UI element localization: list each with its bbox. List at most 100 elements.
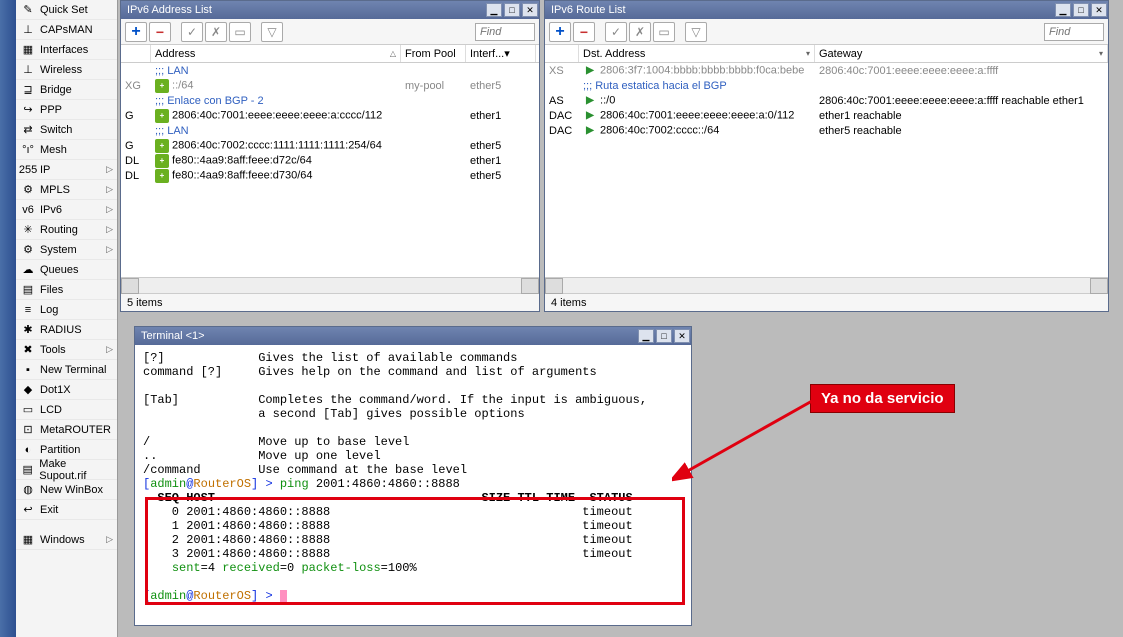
maximize-button[interactable]: □ bbox=[504, 3, 520, 17]
menu-label: RADIUS bbox=[40, 324, 82, 336]
add-button[interactable]: + bbox=[549, 22, 571, 42]
window-title: IPv6 Route List bbox=[551, 4, 626, 16]
find-input[interactable] bbox=[1044, 23, 1104, 41]
remove-button[interactable]: − bbox=[149, 22, 171, 42]
terminal-content[interactable]: [?] Gives the list of available commands… bbox=[135, 345, 691, 625]
dot1x-icon: ◆ bbox=[20, 382, 36, 398]
table-comment-row: ;;; Ruta estatica hacia el BGP bbox=[545, 78, 1108, 93]
menu-label: Partition bbox=[40, 444, 80, 456]
status-footer: 4 items bbox=[545, 293, 1108, 311]
table-row[interactable]: DAC▶ 2806:40c:7002:cccc::/64ether5 reach… bbox=[545, 123, 1108, 138]
titlebar[interactable]: IPv6 Route List ▁ □ ✕ bbox=[545, 1, 1108, 19]
menu-item-mpls[interactable]: ⚙MPLS▷ bbox=[16, 180, 117, 200]
table-row[interactable]: XS▶ 2806:3f7:1004:bbbb:bbbb:bbbb:f0ca:be… bbox=[545, 63, 1108, 78]
disable-button[interactable]: ✗ bbox=[205, 22, 227, 42]
table-comment-row: ;;; LAN bbox=[121, 123, 539, 138]
bridge-icon: ⊒ bbox=[20, 82, 36, 98]
close-button[interactable]: ✕ bbox=[674, 329, 690, 343]
menu-item-capsman[interactable]: ⊥CAPsMAN bbox=[16, 20, 117, 40]
find-input[interactable] bbox=[475, 23, 535, 41]
menu-label: Make Supout.rif bbox=[39, 458, 113, 482]
menu-item-bridge[interactable]: ⊒ Bridge bbox=[16, 80, 117, 100]
menu-item-tools[interactable]: ✖Tools▷ bbox=[16, 340, 117, 360]
col-flags[interactable] bbox=[545, 45, 579, 62]
table-row[interactable]: AS▶ ::/02806:40c:7001:eeee:eeee:eeee:a:f… bbox=[545, 93, 1108, 108]
menu-item-windows[interactable]: ▦Windows▷ bbox=[16, 530, 117, 550]
filter-button[interactable]: ▽ bbox=[685, 22, 707, 42]
menu-item-ipv6[interactable]: v6IPv6▷ bbox=[16, 200, 117, 220]
menu-item-queues[interactable]: ☁Queues bbox=[16, 260, 117, 280]
menu-item-system[interactable]: ⚙System▷ bbox=[16, 240, 117, 260]
menu-item-dot1x[interactable]: ◆ Dot1X bbox=[16, 380, 117, 400]
minimize-button[interactable]: ▁ bbox=[486, 3, 502, 17]
make supout.rif-icon: ▤ bbox=[20, 462, 35, 478]
close-button[interactable]: ✕ bbox=[522, 3, 538, 17]
menu-item-mesh[interactable]: °ı°Mesh bbox=[16, 140, 117, 160]
menu-label: New WinBox bbox=[40, 484, 103, 496]
route-icon: ▶ bbox=[583, 64, 597, 78]
plus-icon: + bbox=[155, 139, 169, 153]
remove-button[interactable]: − bbox=[573, 22, 595, 42]
filter-button[interactable]: ▽ bbox=[261, 22, 283, 42]
menu-item-make-supout.rif[interactable]: ▤Make Supout.rif bbox=[16, 460, 117, 480]
menu-label: IPv6 bbox=[40, 204, 62, 216]
minimize-button[interactable]: ▁ bbox=[1055, 3, 1071, 17]
close-button[interactable]: ✕ bbox=[1091, 3, 1107, 17]
menu-item-new-winbox[interactable]: ◍New WinBox bbox=[16, 480, 117, 500]
table-body: ;;; LAN XG+ ::/64my-poolether5;;; Enlace … bbox=[121, 63, 539, 277]
enable-button[interactable]: ✓ bbox=[181, 22, 203, 42]
menu-item-switch[interactable]: ⇄Switch bbox=[16, 120, 117, 140]
mpls-icon: ⚙ bbox=[20, 182, 36, 198]
table-comment-row: ;;; Enlace con BGP - 2 bbox=[121, 93, 539, 108]
menu-label: Tools bbox=[40, 344, 66, 356]
table-row[interactable]: G+ 2806:40c:7002:cccc:1111:1111:1111:254… bbox=[121, 138, 539, 153]
col-frompool[interactable]: From Pool bbox=[401, 45, 466, 62]
table-row[interactable]: DL+ fe80::4aa9:8aff:feee:d72c/64ether1 bbox=[121, 153, 539, 168]
menu-item-log[interactable]: ≡Log bbox=[16, 300, 117, 320]
col-gateway[interactable]: Gateway▾ bbox=[815, 45, 1108, 62]
menu-item-quick-set[interactable]: ✎Quick Set bbox=[16, 0, 117, 20]
menu-item-ip[interactable]: 255IP▷ bbox=[16, 160, 117, 180]
menu-item-wireless[interactable]: ⊥Wireless bbox=[16, 60, 117, 80]
col-flags[interactable] bbox=[121, 45, 151, 62]
menu-item-ppp[interactable]: ↪PPP bbox=[16, 100, 117, 120]
horizontal-scrollbar[interactable] bbox=[121, 277, 539, 293]
menu-label: IP bbox=[40, 164, 50, 176]
maximize-button[interactable]: □ bbox=[1073, 3, 1089, 17]
titlebar[interactable]: Terminal <1> ▁ □ ✕ bbox=[135, 327, 691, 345]
menu-label: Dot1X bbox=[40, 384, 71, 396]
menu-label: Files bbox=[40, 284, 63, 296]
table-row[interactable]: XG+ ::/64my-poolether5 bbox=[121, 78, 539, 93]
table-row[interactable]: DL+ fe80::4aa9:8aff:feee:d730/64ether5 bbox=[121, 168, 539, 183]
maximize-button[interactable]: □ bbox=[656, 329, 672, 343]
menu-item-new-terminal[interactable]: ▪New Terminal bbox=[16, 360, 117, 380]
submenu-indicator: ▷ bbox=[106, 224, 113, 235]
table-row[interactable]: G+ 2806:40c:7001:eeee:eeee:eeee:a:cccc/1… bbox=[121, 108, 539, 123]
col-address[interactable]: Address△ bbox=[151, 45, 401, 62]
menu-item-files[interactable]: ▤Files bbox=[16, 280, 117, 300]
metarouter-icon: ⊡ bbox=[20, 422, 36, 438]
menu-item-radius[interactable]: ✱RADIUS bbox=[16, 320, 117, 340]
horizontal-scrollbar[interactable] bbox=[545, 277, 1108, 293]
menu-label: Bridge bbox=[40, 84, 72, 96]
partition-icon: ◐ bbox=[20, 442, 36, 458]
menu-item-exit[interactable]: ↩Exit bbox=[16, 500, 117, 520]
menu-item-metarouter[interactable]: ⊡ MetaROUTER bbox=[16, 420, 117, 440]
titlebar[interactable]: IPv6 Address List ▁ □ ✕ bbox=[121, 1, 539, 19]
add-button[interactable]: + bbox=[125, 22, 147, 42]
desktop-area: IPv6 Address List ▁ □ ✕ + − ✓ ✗ ▭ ▽ Addr… bbox=[118, 0, 1123, 637]
col-interface[interactable]: Interf...▾ bbox=[466, 45, 536, 62]
comment-button[interactable]: ▭ bbox=[229, 22, 251, 42]
menu-item-lcd[interactable]: ▭LCD bbox=[16, 400, 117, 420]
minimize-button[interactable]: ▁ bbox=[638, 329, 654, 343]
menu-item-routing[interactable]: ✳Routing▷ bbox=[16, 220, 117, 240]
col-dst[interactable]: Dst. Address▾ bbox=[579, 45, 815, 62]
annotation-arrow bbox=[672, 395, 832, 485]
table-row[interactable]: DAC▶ 2806:40c:7001:eeee:eeee:eeee:a:0/11… bbox=[545, 108, 1108, 123]
menu-label: MetaROUTER bbox=[40, 424, 111, 436]
disable-button[interactable]: ✗ bbox=[629, 22, 651, 42]
comment-button[interactable]: ▭ bbox=[653, 22, 675, 42]
menu-item-interfaces[interactable]: ▦Interfaces bbox=[16, 40, 117, 60]
enable-button[interactable]: ✓ bbox=[605, 22, 627, 42]
menu-label: Wireless bbox=[40, 64, 82, 76]
